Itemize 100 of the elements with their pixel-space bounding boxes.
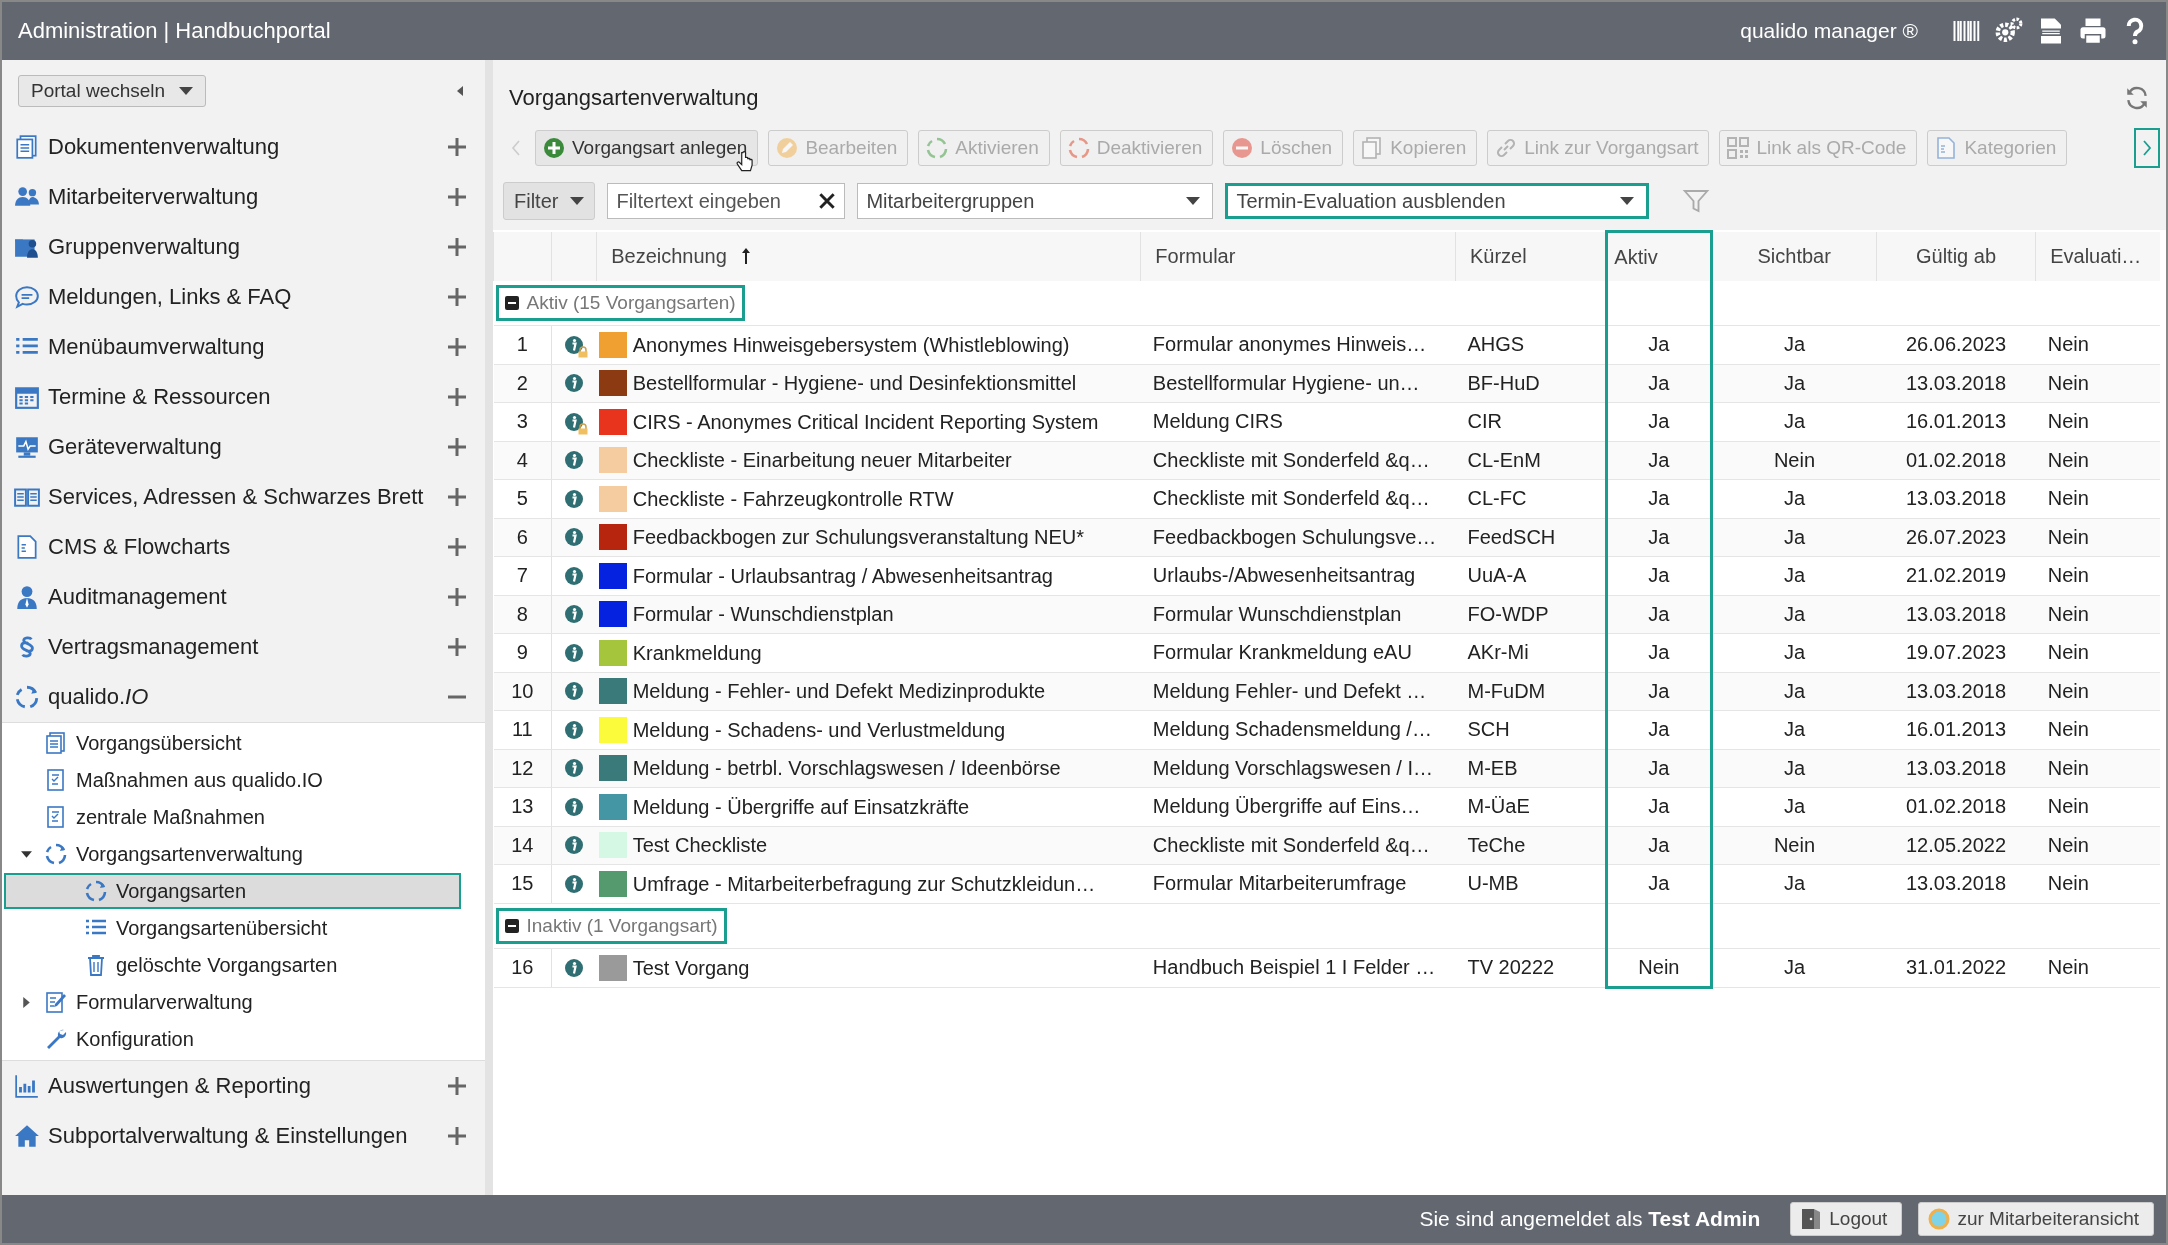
info-icon[interactable] [564,565,585,586]
info-icon[interactable] [564,604,585,625]
info-icon[interactable] [564,758,585,779]
tree-item[interactable]: Formularverwaltung [4,984,461,1020]
table-cell: 13.03.2018 [1876,595,2036,634]
table-cell: Meldung CIRS [1140,402,1456,441]
table-cell: Ja [1606,595,1712,634]
plus-icon[interactable] [447,1126,467,1146]
plus-icon[interactable] [447,337,467,357]
plus-icon[interactable] [447,387,467,407]
table-cell: Nein [2035,749,2160,788]
sidebar-item[interactable]: Vertragsmanagement [2,622,485,672]
sidebar-item[interactable]: CMS & Flowcharts [2,522,485,572]
login-status: Sie sind angemeldet als Test Admin [1419,1207,1761,1231]
table-cell: 13.03.2018 [1876,672,2036,711]
sidebar-item[interactable]: Dokumentenverwaltung [2,122,485,172]
info-icon[interactable] [564,719,585,740]
filter-dropdown[interactable]: Filter [503,182,596,220]
sidebar-item[interactable]: Geräteverwaltung [2,422,485,472]
row-number: 15 [493,864,552,903]
plus-icon[interactable] [447,1076,467,1096]
sidebar-item[interactable]: Gruppenverwaltung [2,222,485,272]
info-icon[interactable] [564,957,585,978]
table-cell: Meldung Fehler- und Defekt … [1140,672,1456,711]
plus-icon[interactable] [447,487,467,507]
group-header[interactable]: Aktiv (15 Vorgangsarten) [495,285,745,321]
sidebar-item[interactable]: Meldungen, Links & FAQ [2,272,485,322]
filter-text-field[interactable]: Filtertext eingeben [607,183,846,219]
footer-button[interactable]: zur Mitarbeiteransicht [1918,1202,2154,1236]
tree-item[interactable]: Maßnahmen aus qualido.IO [4,762,461,798]
table-cell: Meldung Übergriffe auf Eins… [1140,787,1456,826]
tree-item[interactable]: Vorgangsartenverwaltung [4,836,461,872]
table-cell: Formular Mitarbeiterumfrage [1140,864,1456,903]
table-cell: CIRS - Anonymes Critical Incident Reporting System [632,410,1099,433]
group-header[interactable]: Inaktiv (1 Vorgangsart) [495,907,727,944]
clear-icon[interactable] [819,193,836,209]
table-cell: 31.01.2022 [1876,948,2036,988]
refresh-icon[interactable] [2124,85,2150,111]
circle-icon [1927,1207,1952,1231]
sidebar-item[interactable]: Menübaumverwaltung [2,322,485,372]
tree-item[interactable]: zentrale Maßnahmen [4,799,461,835]
column-header[interactable]: Kürzel [1470,244,1527,267]
chat-icon [14,284,40,310]
sidebar-item[interactable]: Auswertungen & Reporting [2,1061,485,1111]
plus-icon[interactable] [447,437,467,457]
info-icon[interactable] [564,835,585,856]
plus-icon[interactable] [447,237,467,257]
column-header[interactable]: Aktiv [1614,245,1658,268]
printer-icon[interactable] [2078,16,2108,46]
plus-icon[interactable] [447,637,467,657]
cycle-icon [14,684,40,710]
column-header[interactable]: Formular [1155,244,1236,267]
info-icon[interactable] [564,681,585,702]
table-cell: Bestellformular - Hygiene- und Desinfektionsmittel [632,371,1077,394]
tree-item[interactable]: Vorgangsarten [4,873,461,909]
table-cell: Formular Wunschdienstplan [1140,595,1456,634]
sidebar-item[interactable]: qualido.IO [2,672,485,722]
info-icon[interactable] [564,488,585,509]
plus-icon[interactable] [447,287,467,307]
sidebar-item[interactable]: Mitarbeiterverwaltung [2,172,485,222]
tree-item[interactable]: Vorgangsartenübersicht [4,910,461,946]
info-icon[interactable] [564,527,585,548]
table-cell: 16.01.2013 [1876,710,2036,749]
scroll-right-button[interactable] [2134,128,2160,168]
row-number: 2 [493,364,552,403]
collapse-arrow-icon[interactable] [455,85,465,97]
column-header[interactable]: Bezeichnung [611,244,727,267]
info-icon[interactable] [564,873,585,894]
tree-item[interactable]: Vorgangsübersicht [4,725,461,761]
info-icon[interactable] [564,334,585,355]
table-cell: Meldung - Übergriffe auf Einsatzkräfte [632,795,970,818]
info-icon[interactable] [564,411,585,432]
plus-icon[interactable] [447,537,467,557]
cycle-icon [925,136,950,160]
collapsed-triangle-icon[interactable] [20,995,33,1009]
table-cell: 01.02.2018 [1876,787,2036,826]
plus-icon[interactable] [447,187,467,207]
evaluation-select[interactable]: Termin-Evaluation ausblenden [1225,183,1650,219]
info-icon[interactable] [564,373,585,394]
table-cell: 16.01.2013 [1876,402,2036,441]
group-select[interactable]: Mitarbeitergruppen [857,183,1214,219]
sidebar-item[interactable]: Services, Adressen & Schwarzes Brett [2,472,485,522]
plus-icon[interactable] [447,137,467,157]
bar-chart-icon [14,1073,40,1099]
table-cell: Ja [1711,864,1877,903]
footer-button[interactable]: Logout [1790,1202,1903,1236]
person-icon [14,584,40,610]
sidebar-item[interactable]: Subportalverwaltung & Einstellungen [2,1111,485,1161]
sidebar-item[interactable]: Termine & Ressourcen [2,372,485,422]
plus-icon[interactable] [447,587,467,607]
info-icon[interactable] [564,796,585,817]
table-cell: Nein [2035,479,2160,518]
tree-item[interactable]: Konfiguration [4,1021,461,1057]
tree-item[interactable]: gelöschte Vorgangsarten [4,947,461,983]
table-cell: TeChe [1455,826,1607,865]
info-icon[interactable] [564,642,585,663]
sort-up-arrow-icon[interactable] [740,246,751,265]
info-icon[interactable] [564,450,585,471]
sidebar-item[interactable]: Auditmanagement [2,572,485,622]
portal-dropdown[interactable]: Portal wechseln [18,75,207,107]
